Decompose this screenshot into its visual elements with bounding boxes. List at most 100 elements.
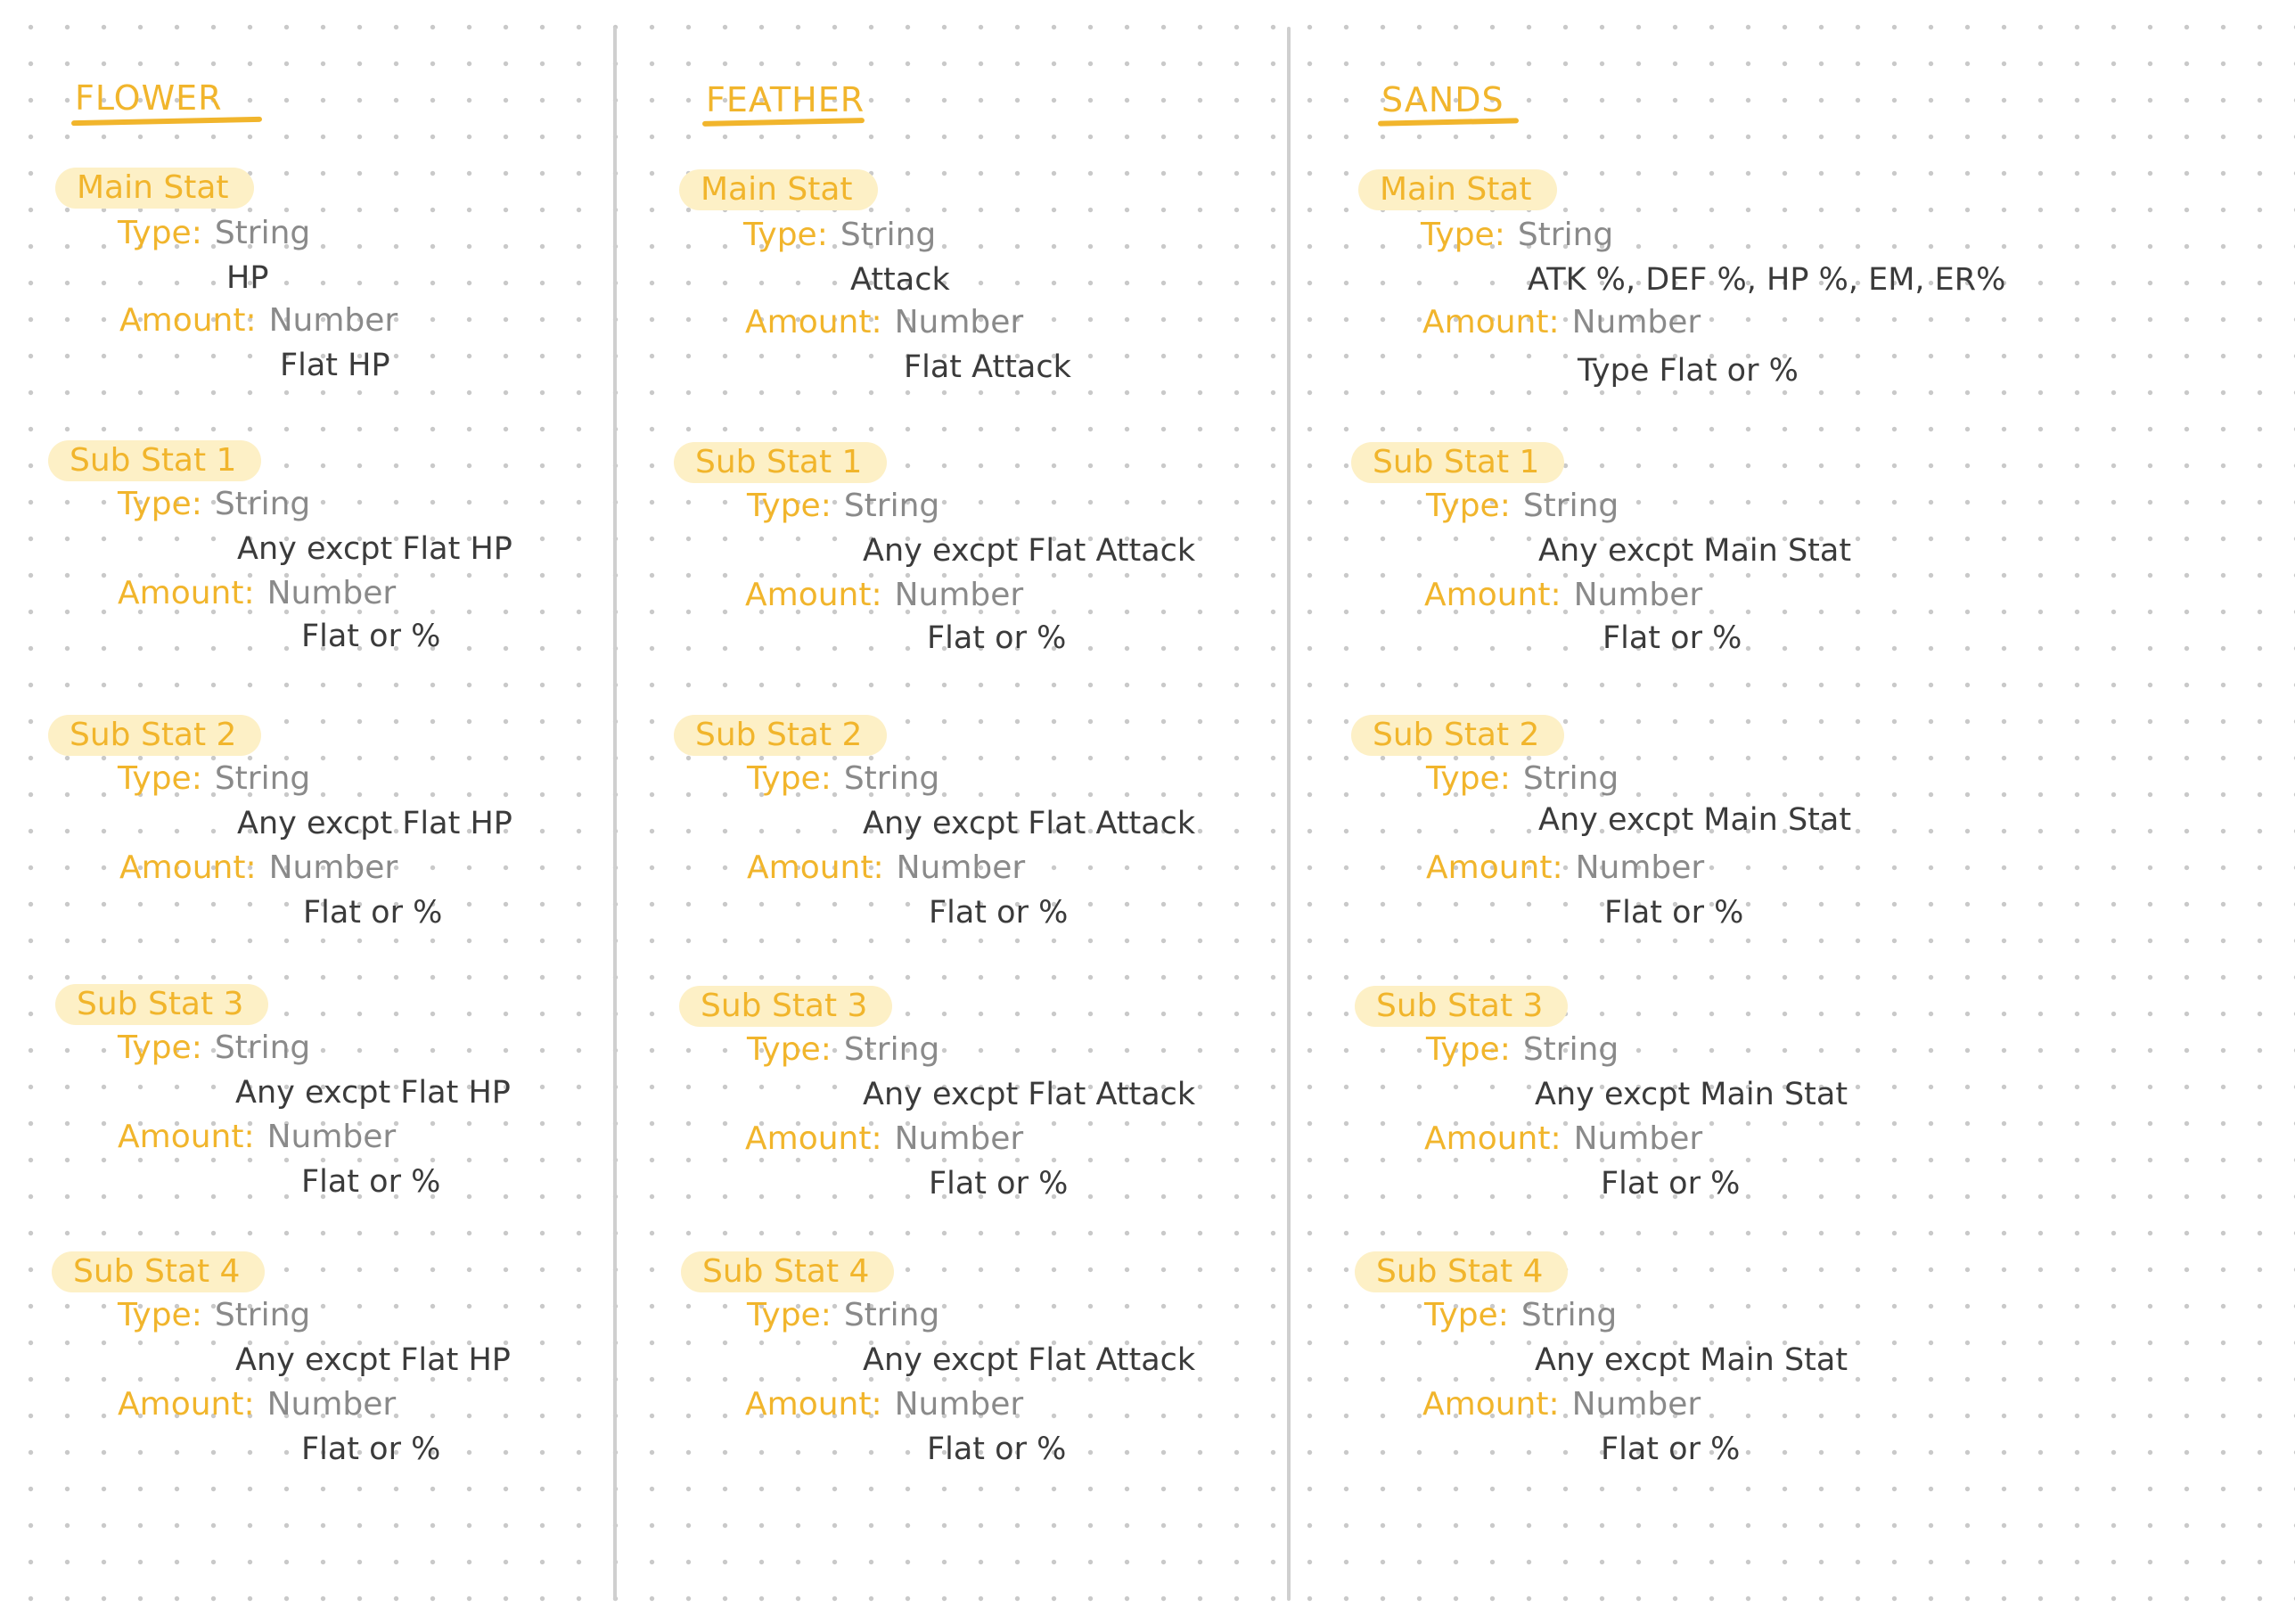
type-value: String [1520,1297,1618,1333]
type-row: Type: String [1424,1296,1617,1335]
amount-detail: Flat HP [280,348,390,383]
amount-detail: Flat or % [929,1166,1069,1202]
amount-row: Amount: Number [745,576,1023,615]
type-row: Type: String [747,487,939,526]
amount-detail: Flat Attack [904,349,1071,385]
amount-key: Amount: [119,302,257,339]
type-value: String [1517,217,1614,253]
type-row: Type: String [747,1030,939,1070]
amount-detail: Type Flat or % [1578,353,1799,389]
amount-detail: Flat or % [301,1431,441,1467]
type-key: Type: [747,1031,832,1068]
amount-key: Amount: [745,1386,882,1423]
sub-stat-label: Sub Stat 3 [55,984,269,1025]
amount-key: Amount: [745,1120,882,1157]
amount-row: Amount: Number [119,301,398,340]
amount-row: Amount: Number [1424,576,1702,615]
amount-row: Amount: Number [118,1385,396,1424]
main-stat-label: Main Stat [55,168,254,209]
amount-key: Amount: [747,849,884,886]
amount-value: Number [266,575,397,611]
type-key: Type: [747,760,832,797]
type-detail: Any excpt Flat HP [235,1075,511,1111]
amount-detail: Flat or % [301,1164,441,1200]
type-key: Type: [747,488,832,524]
type-value: String [214,1297,311,1333]
section-title: FLOWER [75,78,223,118]
type-value: String [840,217,937,253]
type-row: Type: String [747,1296,939,1335]
type-detail: Any excpt Flat HP [237,806,512,841]
amount-value: Number [894,577,1024,613]
type-row: Type: String [1426,1030,1619,1070]
amount-detail: Flat or % [927,1431,1067,1467]
type-key: Type: [118,760,202,797]
sub-stat-label: Sub Stat 4 [52,1251,266,1292]
type-key: Type: [747,1297,832,1333]
section-title: FEATHER [706,80,865,119]
amount-key: Amount: [118,575,255,611]
type-detail: Any excpt Main Stat [1535,1077,1848,1112]
type-key: Type: [118,215,202,251]
amount-row: Amount: Number [745,1385,1023,1424]
type-value: String [214,486,311,522]
type-detail: Any excpt Flat Attack [863,806,1196,841]
sub-stat-label: Sub Stat 2 [48,715,262,756]
sub-stat-label: Sub Stat 2 [674,715,888,756]
type-row: Type: String [747,759,939,799]
sub-stat-label: Sub Stat 1 [674,442,888,483]
title-underline [70,116,263,127]
amount-row: Amount: Number [1426,849,1704,888]
sub-stat-label: Sub Stat 4 [681,1251,895,1292]
main-stat-label: Main Stat [679,169,878,210]
sub-stat-label: Sub Stat 1 [48,440,262,481]
type-detail: Any excpt Flat HP [237,531,512,567]
type-key: Type: [118,1029,202,1066]
type-key: Type: [1426,1031,1511,1068]
type-row: Type: String [1426,759,1619,799]
type-row: Type: String [118,759,310,799]
amount-key: Amount: [1424,1120,1561,1157]
amount-row: Amount: Number [118,574,396,613]
main-stat-label: Main Stat [1358,169,1557,210]
amount-key: Amount: [745,577,882,613]
type-detail: Attack [850,262,950,298]
amount-detail: Flat or % [301,619,441,654]
amount-row: Amount: Number [745,1120,1023,1159]
amount-detail: Flat or % [1602,620,1742,656]
sub-stat-label: Sub Stat 2 [1351,715,1565,756]
amount-value: Number [268,849,398,886]
type-value: String [214,1029,311,1066]
type-detail: HP [226,260,269,296]
type-value: String [1522,760,1619,797]
type-key: Type: [1426,488,1511,524]
amount-row: Amount: Number [119,849,398,888]
type-detail: Any excpt Main Stat [1538,533,1852,569]
amount-value: Number [268,302,398,339]
type-detail: Any excpt Main Stat [1538,802,1852,838]
section-title: SANDS [1381,80,1504,119]
type-row: Type: String [118,1296,310,1335]
type-row: Type: String [118,485,310,524]
amount-key: Amount: [745,304,882,340]
type-row: Type: String [1426,487,1619,526]
sub-stat-label: Sub Stat 3 [679,986,893,1027]
type-value: String [1522,488,1619,524]
sub-stat-label: Sub Stat 4 [1355,1251,1569,1292]
amount-value: Number [266,1119,397,1155]
type-detail: Any excpt Flat Attack [863,533,1196,569]
feather-column: FEATHER Main Stat Type: String Attack Amo… [617,0,1287,1624]
amount-row: Amount: Number [118,1118,396,1157]
type-value: String [843,488,940,524]
amount-value: Number [1573,1120,1703,1157]
amount-detail: Flat or % [303,895,443,931]
type-value: String [843,760,940,797]
amount-value: Number [1571,304,1701,340]
amount-key: Amount: [118,1386,255,1423]
sub-stat-label: Sub Stat 3 [1355,986,1569,1027]
type-detail: Any excpt Flat HP [235,1342,511,1378]
amount-value: Number [894,1386,1024,1423]
amount-key: Amount: [119,849,257,886]
type-value: String [1522,1031,1619,1068]
amount-row: Amount: Number [747,849,1025,888]
